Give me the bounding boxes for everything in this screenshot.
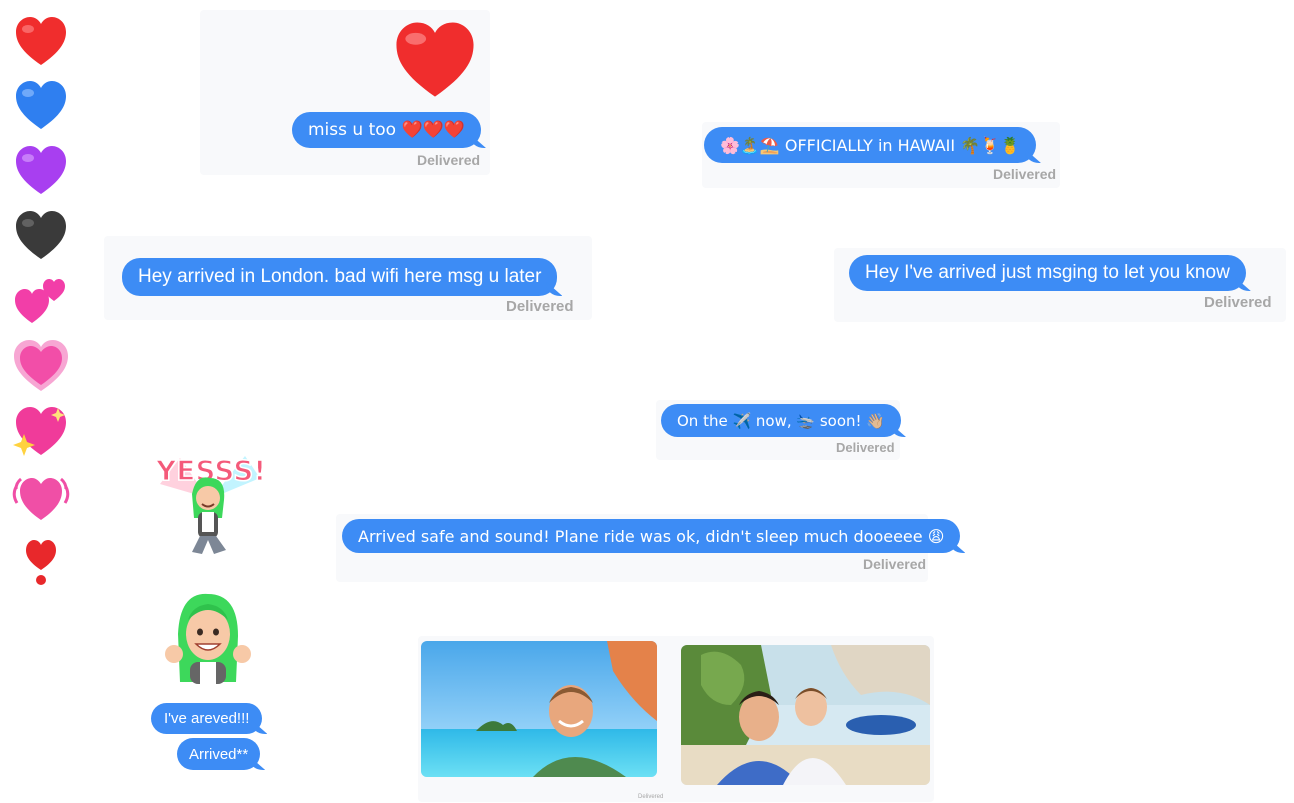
delivered-status: Delivered (836, 440, 895, 455)
message-text: I've areved!!! (164, 710, 250, 727)
message-text: On the ✈️ now, 🛬 soon! 👋🏼 (677, 411, 885, 430)
photo-delivered-status: Delivered (638, 794, 664, 800)
yesss-memoji-sticker[interactable]: YESSS! (150, 448, 270, 560)
message-bubble-plane[interactable]: On the ✈️ now, 🛬 soon! 👋🏼 (661, 404, 901, 437)
message-text: Arrived** (189, 745, 249, 763)
memoji-celebrate-sticker[interactable] (162, 590, 254, 686)
message-bubble-miss-u[interactable]: miss u too ❤️❤️❤️ (292, 112, 481, 148)
blue-heart-icon (12, 78, 70, 136)
delivered-status: Delivered (863, 556, 927, 572)
beating-heart-icon (12, 469, 70, 527)
message-text: miss u too ❤️❤️❤️ (308, 120, 465, 140)
message-text: Hey arrived in London. bad wifi here msg… (138, 266, 542, 287)
delivered-status: Delivered (993, 166, 1057, 182)
beach-selfie-photo[interactable] (421, 641, 657, 777)
message-bubble-london[interactable]: Hey arrived in London. bad wifi here msg… (122, 258, 558, 296)
message-text: 🌸🏝️⛱️ OFFICIALLY in HAWAII 🌴🍹🍍 (720, 135, 1020, 155)
delivered-status: Delivered (506, 298, 574, 315)
black-heart-icon (12, 208, 70, 266)
message-text: Hey I've arrived just msging to let you … (865, 262, 1230, 283)
delivered-status: Delivered (417, 152, 481, 168)
purple-heart-icon (12, 143, 70, 201)
hotel-selfie-photo[interactable] (681, 645, 930, 785)
growing-heart-icon (12, 338, 70, 396)
red-heart-icon (12, 14, 70, 72)
red-heart-reaction-icon (392, 18, 478, 104)
message-text: Arrived safe and sound! Plane ride was o… (358, 526, 945, 546)
message-bubble-arrived[interactable]: Hey I've arrived just msging to let you … (849, 255, 1246, 291)
delivered-status: Delivered (1204, 294, 1272, 311)
heart-exclamation-icon (12, 534, 70, 592)
message-bubble-safe[interactable]: Arrived safe and sound! Plane ride was o… (342, 519, 961, 553)
message-bubble-arrived-correction[interactable]: Arrived** (177, 738, 261, 770)
sparkling-heart-icon (12, 404, 70, 462)
message-bubble-areved[interactable]: I've areved!!! (151, 703, 263, 734)
two-hearts-icon (12, 273, 70, 331)
message-bubble-hawaii[interactable]: 🌸🏝️⛱️ OFFICIALLY in HAWAII 🌴🍹🍍 (704, 127, 1036, 163)
